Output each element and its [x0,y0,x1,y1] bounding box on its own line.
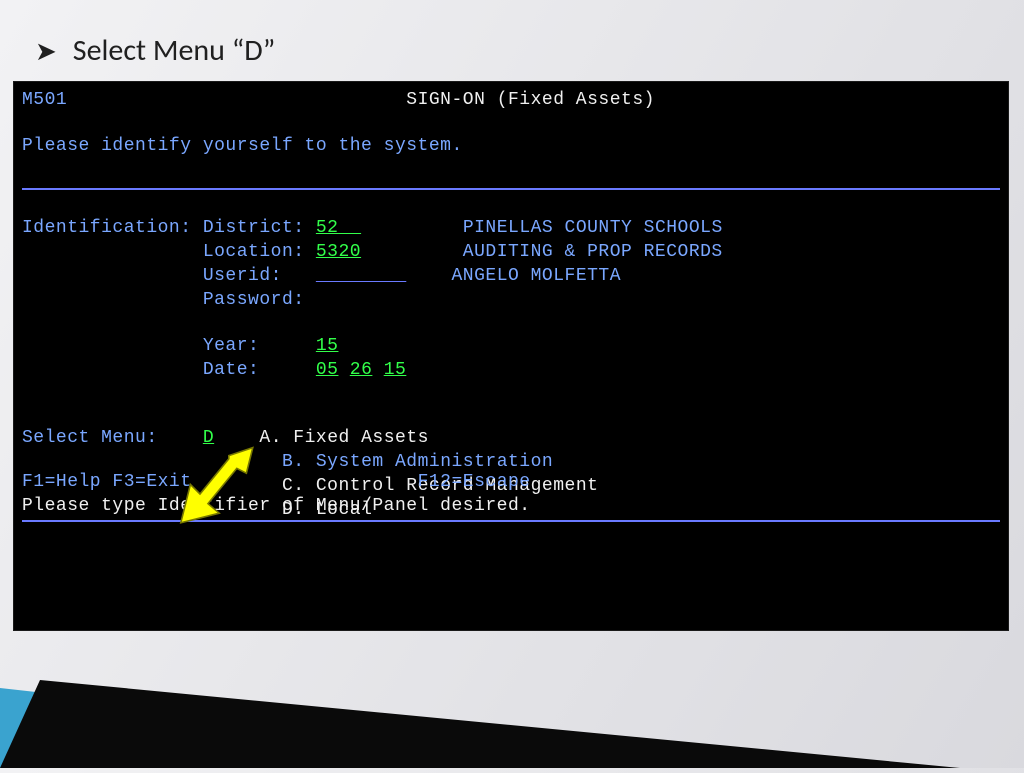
row-select-menu: Select Menu: D A. Fixed Assets [22,426,1000,450]
district-desc: PINELLAS COUNTY SCHOOLS [463,218,723,238]
slide-bullet-text: Select Menu “D” [73,32,276,69]
identify-prompt: Please identify yourself to the system. [22,134,1000,158]
year-label: Year: [203,336,260,356]
fkey-row: F1=Help F3=Exit F12=Escape [22,470,1000,494]
row-district: Identification: District: 52 PINELLAS CO… [22,216,1000,240]
location-desc: AUDITING & PROP RECORDS [463,242,723,262]
date-label: Date: [203,360,260,380]
screen-id: M501 [22,90,67,110]
userid-desc: ANGELO MOLFETTA [452,266,622,286]
terminal-window: M501 SIGN-ON (Fixed Assets) Please ident… [14,82,1008,630]
fkeys-left: F1=Help F3=Exit [22,472,192,492]
select-menu-label: Select Menu: [22,428,158,448]
district-input[interactable]: 52 [316,218,339,238]
menu-option-b: B. System Administration [282,452,553,472]
date-dd-input[interactable]: 26 [350,360,373,380]
terminal-title: SIGN-ON (Fixed Assets) [406,90,655,110]
row-password: Password: [22,288,1000,312]
userid-input[interactable] [316,266,406,286]
userid-label: Userid: [203,266,282,286]
password-label: Password: [203,290,305,310]
identification-label: Identification: [22,218,192,238]
fkeys-right: F12=Escape [418,472,531,492]
slide-bullet: ➤ Select Menu “D” [35,32,275,69]
row-year: Year: 15 [22,334,1000,358]
location-label: Location: [203,242,305,262]
row-date: Date: 05 26 15 [22,358,1000,382]
select-menu-input[interactable]: D [203,428,214,448]
year-input[interactable]: 15 [316,336,339,356]
date-yy-input[interactable]: 15 [384,360,407,380]
menu-option-a: A. Fixed Assets [259,428,429,448]
divider [22,188,1000,190]
location-input[interactable]: 5320 [316,242,361,262]
hint-text: Please type Identifier of Menu/Panel des… [22,494,1000,518]
district-label: District: [203,218,305,238]
row-userid: Userid: ANGELO MOLFETTA [22,264,1000,288]
date-mm-input[interactable]: 05 [316,360,339,380]
terminal-header: M501 SIGN-ON (Fixed Assets) [22,88,1000,112]
chevron-right-icon: ➤ [35,35,57,67]
row-location: Location: 5320 AUDITING & PROP RECORDS [22,240,1000,264]
